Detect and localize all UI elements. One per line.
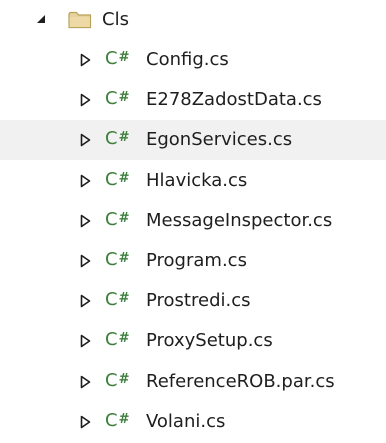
- file-label: Volani.cs: [146, 410, 226, 432]
- csharp-icon-hash: #: [118, 411, 130, 427]
- file-label: ProxySetup.cs: [146, 330, 273, 352]
- csharp-icon-hash: #: [118, 90, 130, 106]
- collapsed-triangle-icon[interactable]: [77, 293, 93, 309]
- collapsed-triangle-icon[interactable]: [77, 253, 93, 269]
- csharp-file-icon: C #: [105, 87, 130, 113]
- csharp-file-icon: C #: [105, 328, 130, 354]
- csharp-icon-hash: #: [118, 130, 130, 146]
- tree-file-item-5[interactable]: C # Program.cs: [0, 241, 386, 281]
- csharp-icon-hash: #: [118, 251, 130, 266]
- tree-folder-cls[interactable]: Cls: [0, 0, 386, 40]
- csharp-icon-letter: C: [105, 369, 118, 391]
- csharp-file-icon: C #: [105, 208, 130, 234]
- file-label: Config.cs: [146, 49, 229, 70]
- file-label: E278ZadostData.cs: [146, 89, 322, 111]
- file-label: Hlavicka.cs: [146, 169, 248, 191]
- file-label: Program.cs: [146, 250, 247, 271]
- collapsed-triangle-icon[interactable]: [77, 173, 93, 189]
- file-label: EgonServices.cs: [146, 129, 293, 151]
- csharp-icon-letter: C: [105, 249, 118, 270]
- collapsed-triangle-icon[interactable]: [77, 213, 93, 229]
- csharp-icon-letter: C: [105, 168, 118, 190]
- solution-explorer-tree: Cls C # Config.cs C # E278ZadostData.cs C #…: [0, 0, 386, 443]
- tree-file-item-1[interactable]: C # E278ZadostData.cs: [0, 80, 386, 120]
- csharp-icon-hash: #: [118, 170, 130, 186]
- csharp-icon-letter: C: [105, 208, 118, 230]
- csharp-icon-letter: C: [105, 409, 118, 431]
- folder-icon: [68, 11, 92, 29]
- collapsed-triangle-icon[interactable]: [77, 333, 93, 349]
- csharp-file-icon: C #: [105, 288, 130, 314]
- csharp-icon-hash: #: [118, 210, 130, 226]
- collapsed-triangle-icon[interactable]: [77, 92, 93, 108]
- tree-file-item-6[interactable]: C # Prostredi.cs: [0, 281, 386, 321]
- csharp-file-icon: C #: [105, 127, 130, 153]
- collapsed-triangle-icon[interactable]: [77, 52, 93, 68]
- csharp-icon-letter: C: [105, 289, 118, 311]
- csharp-icon-letter: C: [105, 128, 118, 150]
- collapsed-triangle-icon[interactable]: [77, 414, 93, 430]
- csharp-icon-hash: #: [118, 371, 130, 387]
- file-label: ReferenceROB.par.cs: [146, 370, 335, 392]
- file-label: Prostredi.cs: [146, 290, 251, 312]
- csharp-icon-hash: #: [118, 331, 130, 347]
- csharp-file-icon: C #: [105, 168, 130, 194]
- tree-file-item-9[interactable]: C # Volani.cs: [0, 402, 386, 442]
- csharp-file-icon: C #: [105, 369, 130, 395]
- file-label: MessageInspector.cs: [146, 209, 333, 231]
- csharp-file-icon: C #: [105, 47, 130, 73]
- folder-label: Cls: [102, 9, 129, 30]
- csharp-file-icon: C #: [105, 248, 130, 274]
- csharp-icon-letter: C: [105, 88, 118, 110]
- csharp-file-icon: C #: [105, 409, 130, 435]
- csharp-icon-hash: #: [118, 50, 130, 65]
- tree-file-item-4[interactable]: C # MessageInspector.cs: [0, 201, 386, 241]
- csharp-icon-hash: #: [118, 291, 130, 307]
- collapsed-triangle-icon[interactable]: [77, 374, 93, 390]
- collapsed-triangle-icon[interactable]: [77, 132, 93, 148]
- tree-file-item-2[interactable]: C # EgonServices.cs: [0, 120, 386, 161]
- tree-file-item-0[interactable]: C # Config.cs: [0, 40, 386, 80]
- tree-file-item-3[interactable]: C # Hlavicka.cs: [0, 161, 386, 201]
- csharp-icon-letter: C: [105, 48, 118, 69]
- tree-file-item-7[interactable]: C # ProxySetup.cs: [0, 321, 386, 361]
- csharp-icon-letter: C: [105, 329, 118, 351]
- tree-file-item-8[interactable]: C # ReferenceROB.par.cs: [0, 362, 386, 402]
- expanded-triangle-icon[interactable]: [33, 11, 49, 27]
